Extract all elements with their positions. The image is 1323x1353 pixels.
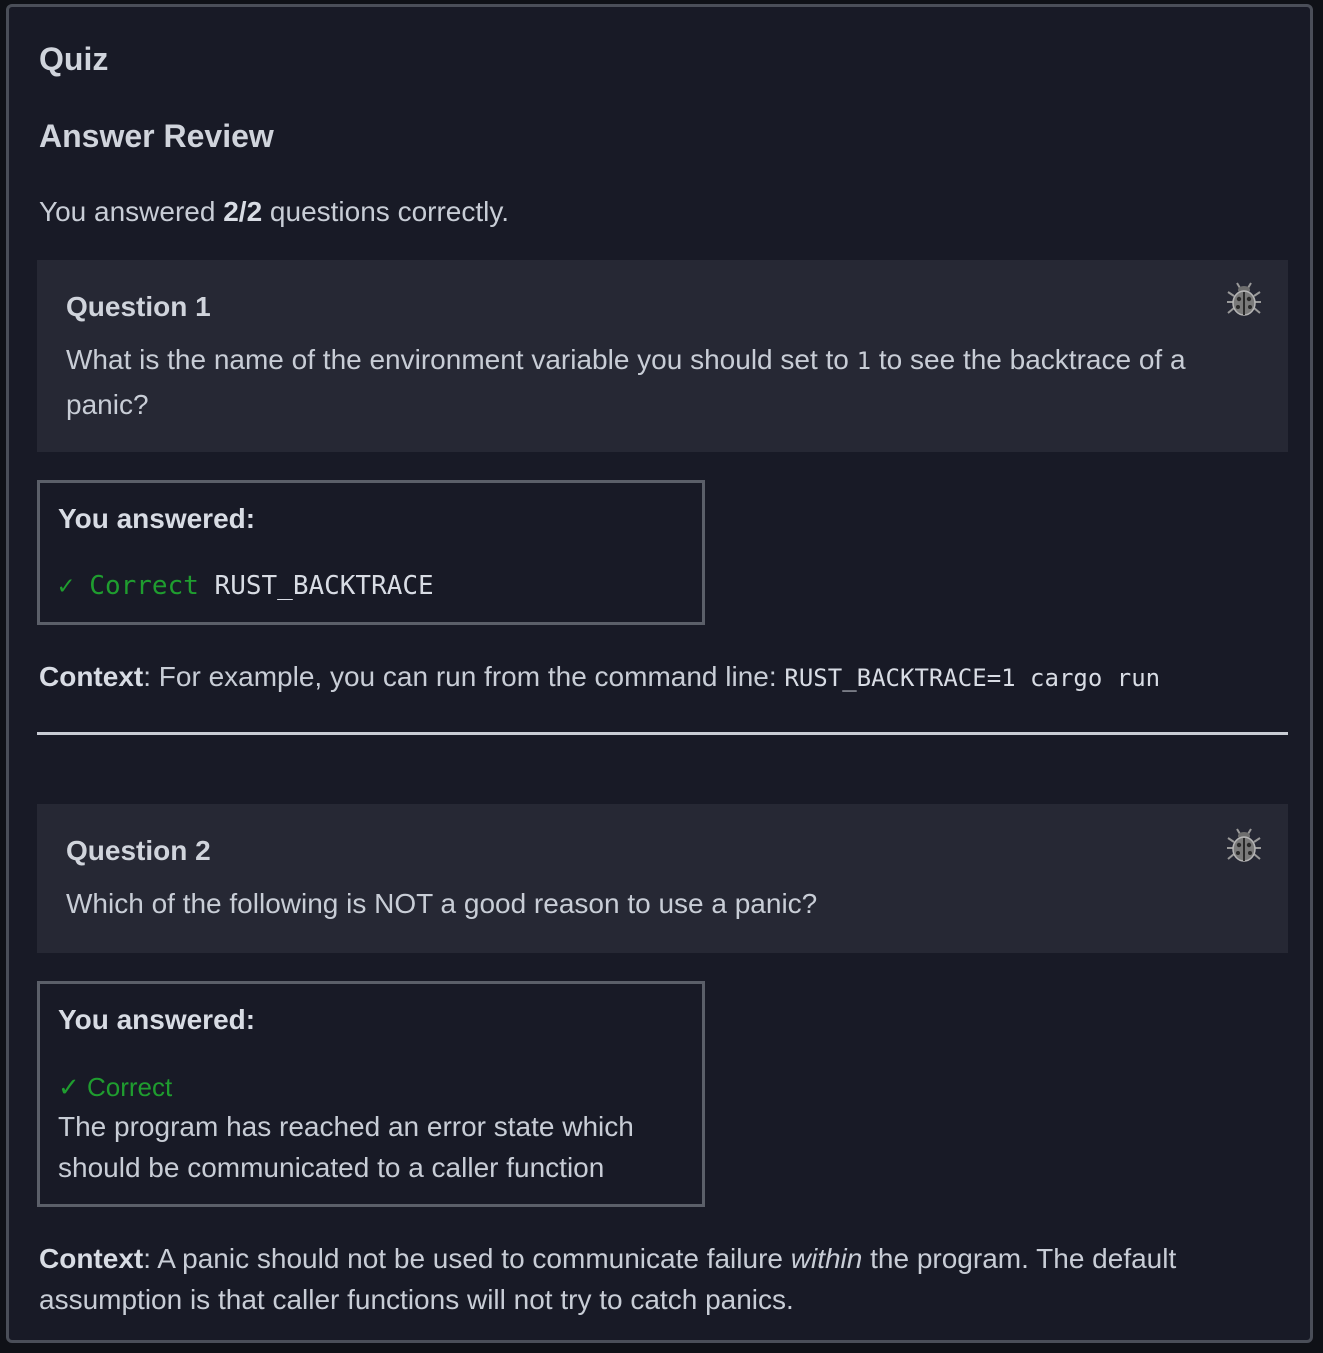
score-prefix: You answered (39, 196, 224, 227)
question-prompt: What is the name of the environment vari… (66, 338, 1256, 426)
answer-box-1: You answered: ✓ Correct RUST_BACKTRACE (37, 480, 705, 625)
quiz-title: Quiz (39, 41, 109, 77)
score-summary: You answered 2/2 questions correctly. (39, 196, 509, 228)
question-title: Question 1 (66, 291, 211, 322)
correct-indicator: ✓ Correct (58, 571, 199, 601)
context-before: : A panic should not be used to communic… (143, 1243, 791, 1274)
question-title: Question 2 (66, 835, 211, 866)
answer-result: ✓ Correct RUST_BACKTRACE (58, 571, 434, 601)
score-value: 2/2 (223, 196, 263, 227)
question-prompt: Which of the following is NOT a good rea… (66, 888, 818, 919)
question-prompt-code: 1 (856, 347, 872, 375)
answer-review-heading: Answer Review (39, 118, 274, 154)
context-label: Context (39, 1243, 144, 1274)
correct-indicator: ✓ Correct (58, 1072, 173, 1102)
context-text: : For example, you can run from the comm… (143, 661, 785, 692)
answer-box-2: You answered: ✓ Correct The program has … (37, 981, 705, 1207)
score-suffix: questions correctly. (262, 196, 510, 227)
answer-label: You answered: (58, 503, 256, 534)
context-code: RUST_BACKTRACE=1 cargo run (784, 664, 1161, 692)
quiz-container: Quiz Answer Review You answered 2/2 ques… (6, 4, 1313, 1343)
bug-report-icon[interactable] (1226, 282, 1262, 318)
question-divider (37, 732, 1288, 735)
question-prompt-before: What is the name of the environment vari… (66, 344, 857, 375)
context-2: Context: A panic should not be used to c… (39, 1238, 1279, 1320)
question-box-2: Question 2 Which of the following is NOT… (37, 804, 1288, 953)
context-1: Context: For example, you can run from t… (39, 656, 1279, 699)
context-emphasis: within (790, 1243, 863, 1274)
question-box-1: Question 1 What is the name of the envir… (37, 260, 1288, 452)
context-label: Context (39, 661, 144, 692)
bug-report-icon[interactable] (1226, 828, 1262, 864)
answer-value: The program has reached an error state w… (58, 1111, 634, 1183)
answer-value: RUST_BACKTRACE (214, 571, 434, 601)
answer-label: You answered: (58, 1004, 256, 1035)
